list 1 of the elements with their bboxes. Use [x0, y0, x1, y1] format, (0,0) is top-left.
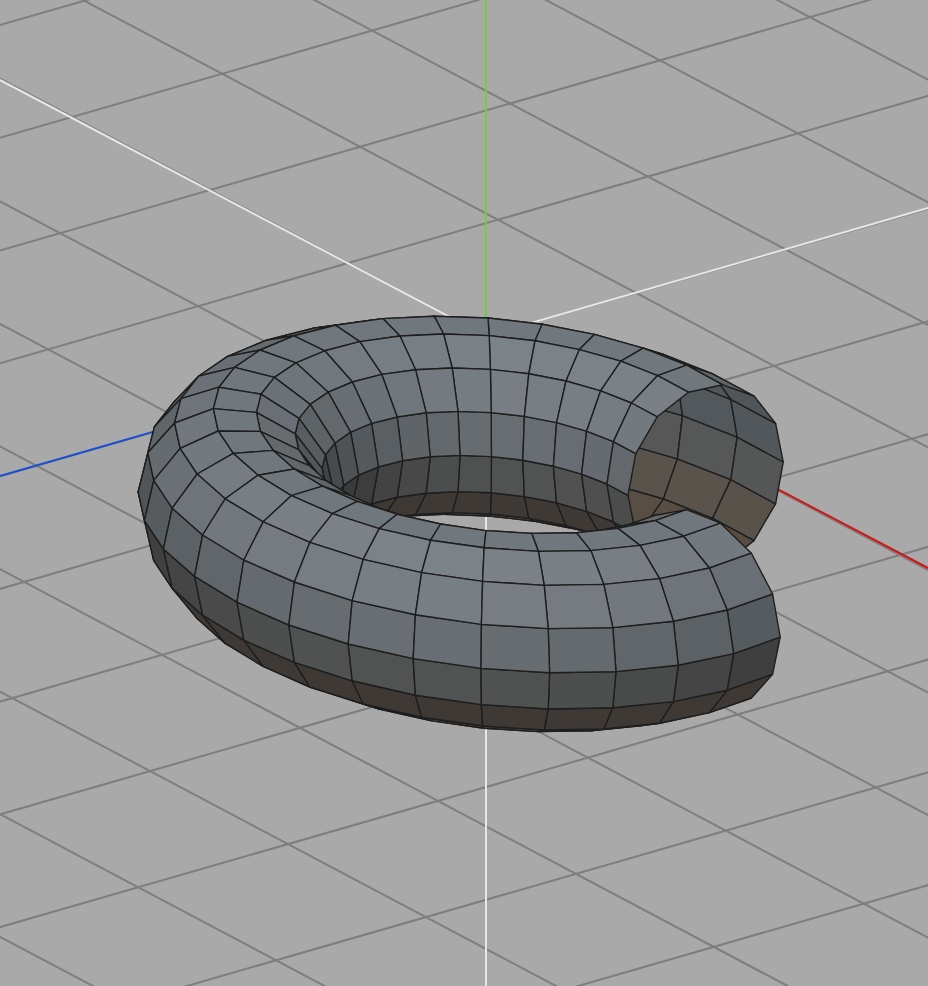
- torus-mesh-drawing[interactable]: [137, 315, 784, 733]
